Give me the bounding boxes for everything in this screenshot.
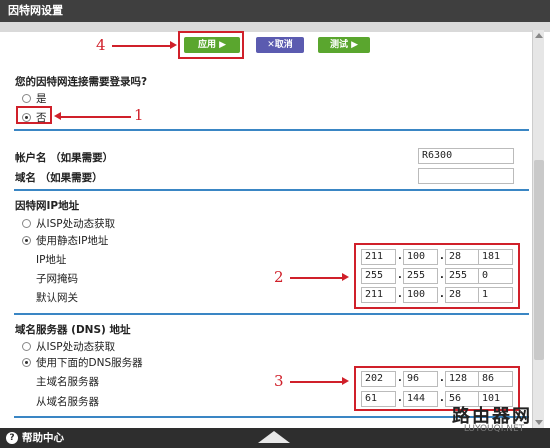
ip-section-title: 因特网IP地址 — [15, 200, 80, 212]
divider — [14, 129, 529, 131]
octet-dot: . — [398, 270, 402, 281]
octet-dot: . — [440, 270, 444, 281]
domain-name-label: 域名 （如果需要） — [15, 172, 103, 184]
account-name-label: 帐户名 （如果需要） — [15, 152, 114, 164]
secondary-dns-label: 从域名服务器 — [36, 396, 99, 408]
annotation-3-arrowhead — [342, 377, 349, 385]
annotation-1-arrow — [61, 116, 131, 118]
help-center-label[interactable]: 帮助中心 — [22, 428, 64, 448]
radio-checked-icon[interactable] — [22, 358, 31, 367]
cancel-button[interactable]: ✕取消 — [256, 37, 304, 53]
octet-dot: . — [440, 251, 444, 262]
annotation-3-arrow — [290, 381, 342, 383]
login-question: 您的因特网连接需要登录吗? — [15, 76, 148, 88]
test-button[interactable]: 测试 ▶ — [318, 37, 370, 53]
radio-checked-icon[interactable] — [22, 113, 31, 122]
primary-dns-octet-1[interactable]: 202 — [361, 371, 396, 387]
window-title: 因特网设置 — [0, 0, 550, 22]
primary-dns-octet-2[interactable]: 96 — [403, 371, 438, 387]
toolbar-strip — [0, 22, 550, 32]
radio-icon[interactable] — [22, 94, 31, 103]
ip-option-dynamic-label: 从ISP处动态获取 — [36, 218, 116, 230]
gateway-octet-1[interactable]: 211 — [361, 287, 396, 303]
gateway-octet-4[interactable]: 1 — [478, 287, 513, 303]
subnet-mask-label: 子网掩码 — [36, 273, 78, 285]
scroll-up-icon[interactable] — [535, 33, 543, 38]
login-option-yes-label: 是 — [36, 93, 47, 105]
watermark-url: LUYOUQI.NET — [463, 424, 525, 434]
annotation-1: 1 — [134, 106, 144, 124]
octet-dot: . — [398, 251, 402, 262]
domain-name-input[interactable] — [418, 168, 514, 184]
login-option-no[interactable]: 否 — [22, 110, 47, 125]
dns-option-manual[interactable]: 使用下面的DNS服务器 — [22, 355, 143, 370]
radio-icon[interactable] — [22, 219, 31, 228]
gateway-octet-3[interactable]: 28 — [445, 287, 480, 303]
ip-address-octet-4[interactable]: 181 — [478, 249, 513, 265]
ip-option-static[interactable]: 使用静态IP地址 — [22, 233, 108, 248]
login-option-no-label: 否 — [36, 112, 47, 124]
vertical-scrollbar[interactable] — [532, 30, 544, 428]
annotation-4-arrowhead — [170, 41, 177, 49]
subnet-mask-octet-3[interactable]: 255 — [445, 268, 480, 284]
annotation-2-arrowhead — [342, 273, 349, 281]
default-gateway-label: 默认网关 — [36, 292, 78, 304]
ip-address-label: IP地址 — [36, 254, 67, 266]
dns-section-title: 域名服务器 (DNS) 地址 — [15, 324, 131, 336]
octet-dot: . — [398, 289, 402, 300]
annotation-2-arrow — [290, 277, 342, 279]
dns-option-dynamic[interactable]: 从ISP处动态获取 — [22, 339, 115, 354]
apply-button[interactable]: 应用 ▶ — [184, 37, 240, 53]
secondary-dns-octet-2[interactable]: 144 — [403, 391, 438, 407]
octet-dot: . — [440, 373, 444, 384]
octet-dot: . — [398, 393, 402, 404]
divider — [14, 189, 529, 191]
primary-dns-octet-4[interactable]: 86 — [478, 371, 513, 387]
subnet-mask-octet-4[interactable]: 0 — [478, 268, 513, 284]
subnet-mask-octet-2[interactable]: 255 — [403, 268, 438, 284]
login-option-yes[interactable]: 是 — [22, 91, 47, 106]
subnet-mask-octet-1[interactable]: 255 — [361, 268, 396, 284]
octet-dot: . — [398, 373, 402, 384]
annotation-3: 3 — [274, 372, 284, 390]
secondary-dns-octet-1[interactable]: 61 — [361, 391, 396, 407]
scroll-thumb[interactable] — [534, 160, 544, 360]
annotation-1-arrowhead — [54, 112, 61, 120]
dns-option-manual-label: 使用下面的DNS服务器 — [36, 357, 143, 369]
octet-dot: . — [440, 289, 444, 300]
primary-dns-octet-3[interactable]: 128 — [445, 371, 480, 387]
dns-option-dynamic-label: 从ISP处动态获取 — [36, 341, 116, 353]
radio-checked-icon[interactable] — [22, 236, 31, 245]
expand-up-icon[interactable] — [258, 431, 290, 443]
question-icon[interactable]: ? — [6, 432, 18, 444]
gateway-octet-2[interactable]: 100 — [403, 287, 438, 303]
ip-address-octet-1[interactable]: 211 — [361, 249, 396, 265]
ip-option-dynamic[interactable]: 从ISP处动态获取 — [22, 216, 115, 231]
annotation-2: 2 — [274, 268, 284, 286]
ip-address-octet-3[interactable]: 28 — [445, 249, 480, 265]
divider — [14, 313, 529, 315]
account-name-input[interactable]: R6300 — [418, 148, 514, 164]
radio-icon[interactable] — [22, 342, 31, 351]
annotation-4-arrow — [112, 45, 170, 47]
annotation-4: 4 — [96, 36, 106, 54]
ip-option-static-label: 使用静态IP地址 — [36, 235, 109, 247]
primary-dns-label: 主域名服务器 — [36, 376, 99, 388]
ip-address-octet-2[interactable]: 100 — [403, 249, 438, 265]
